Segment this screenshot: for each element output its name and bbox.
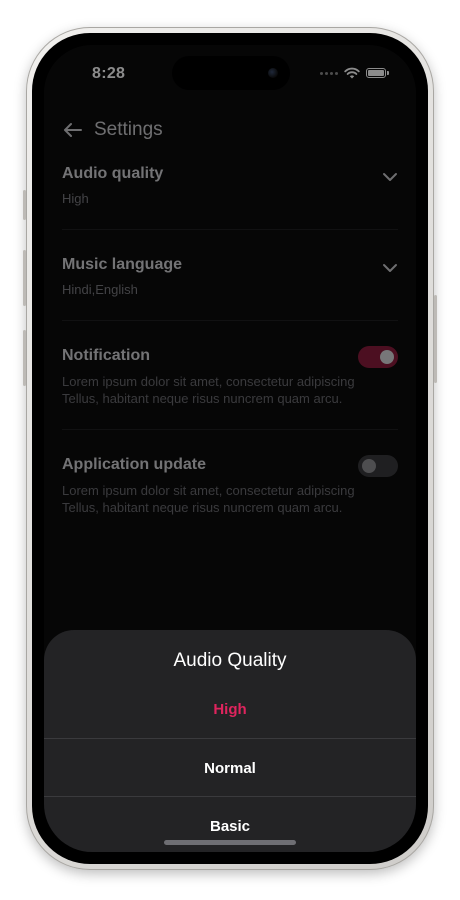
audio-quality-sheet: Audio Quality High Normal Basic — [44, 630, 416, 852]
volume-down-button — [23, 330, 26, 386]
power-button — [434, 295, 437, 383]
sheet-title: Audio Quality — [173, 650, 287, 671]
option-normal[interactable]: Normal — [44, 739, 416, 797]
option-high[interactable]: High — [44, 680, 416, 738]
screen: 8:28 Settings Audio quality High Music l… — [44, 45, 416, 852]
home-indicator[interactable] — [164, 840, 296, 845]
volume-up-button — [23, 250, 26, 306]
mute-switch — [23, 190, 26, 220]
